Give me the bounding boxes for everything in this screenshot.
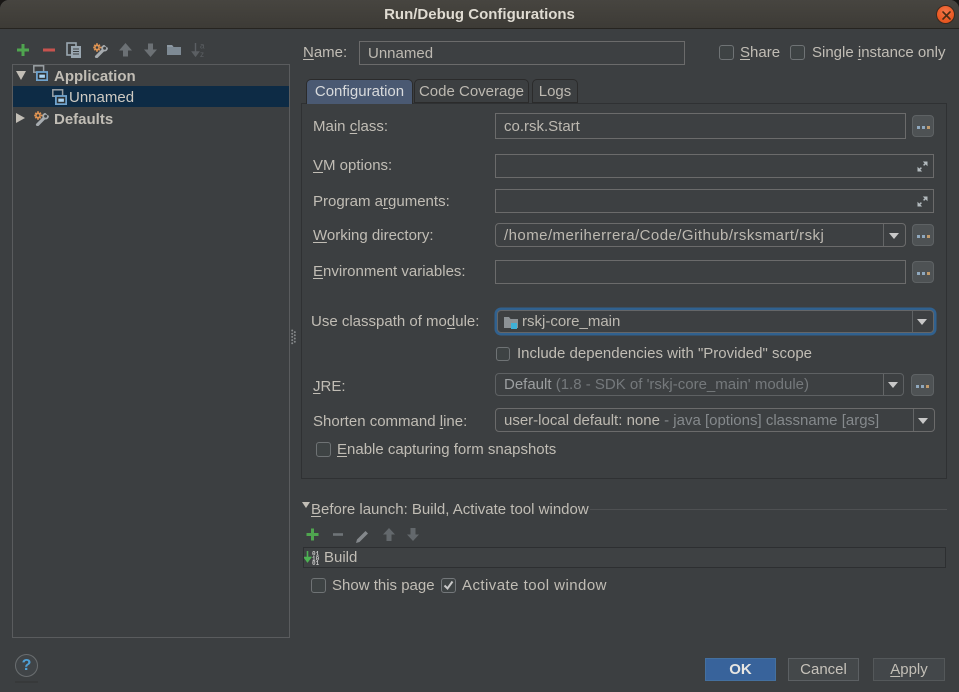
svg-text:01: 01 <box>312 560 320 565</box>
svg-text:z: z <box>200 50 204 58</box>
